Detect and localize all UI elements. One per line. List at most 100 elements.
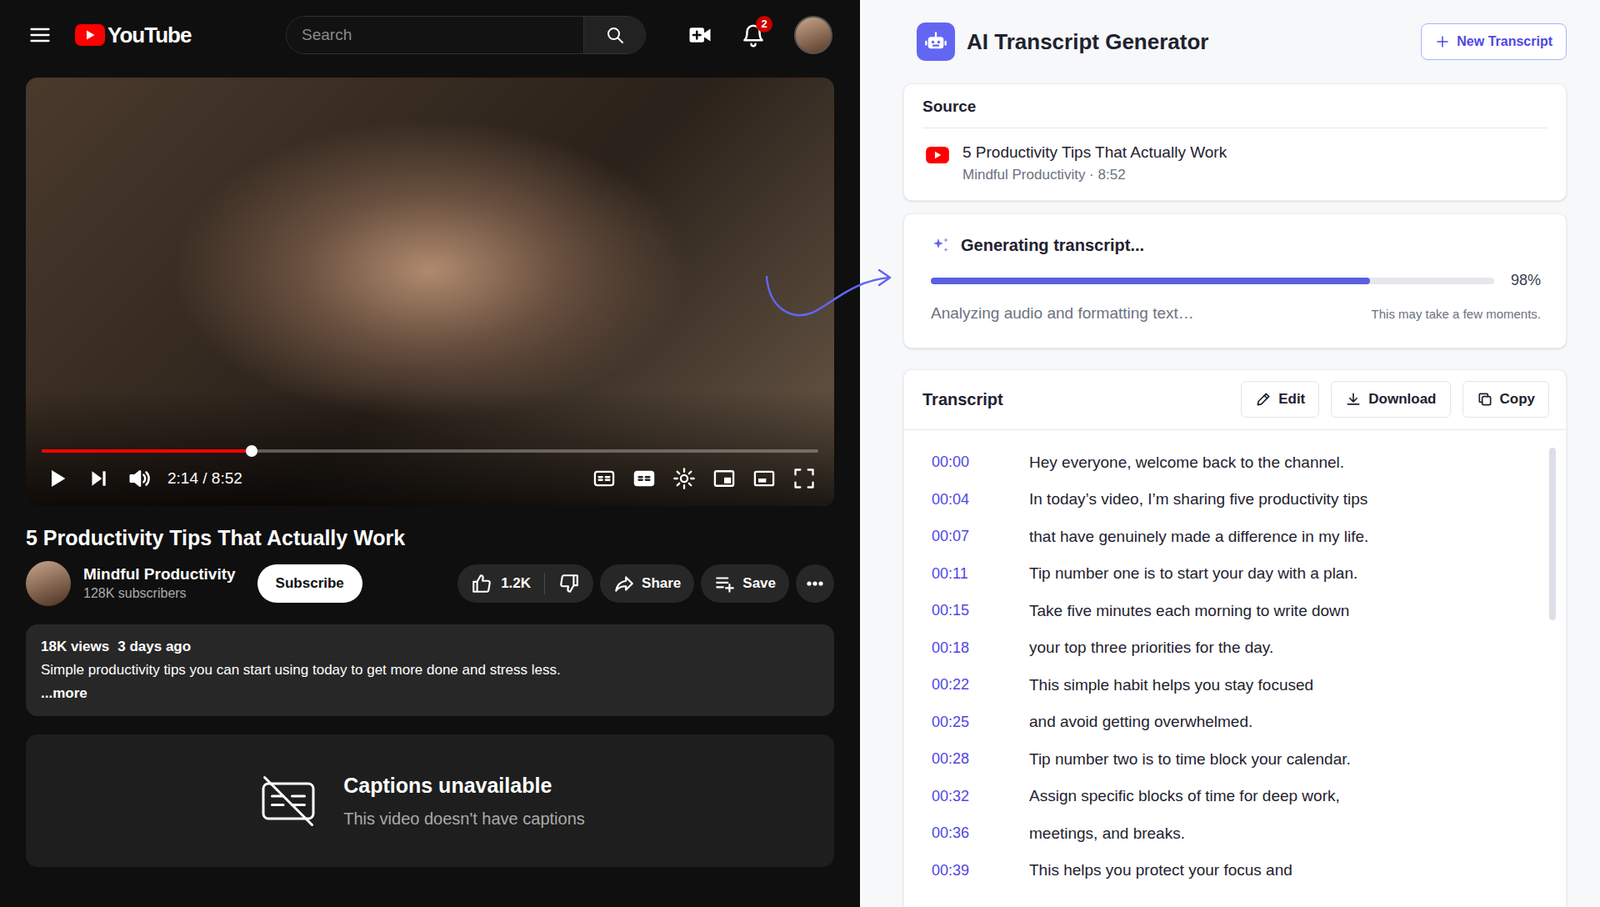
seek-knob[interactable] [245,445,258,457]
like-thumb-icon [470,572,493,595]
timestamp[interactable]: 00:18 [931,636,1030,660]
edit-button[interactable]: Edit [1240,380,1320,418]
search-bar [285,15,646,55]
progress-title: Generating transcript... [960,232,1145,258]
timestamp[interactable]: 00:00 [931,450,1030,474]
transcript-line[interactable]: 00:22This simple habit helps you stay fo… [904,666,1566,705]
progress-fill [930,277,1370,285]
next-button[interactable] [87,467,110,490]
timestamp[interactable]: 00:07 [931,525,1030,548]
save-label: Save [742,572,776,595]
action-label: Edit [1278,388,1305,410]
notifications-button[interactable]: 2 [740,22,766,48]
play-button[interactable] [45,466,70,490]
show-more-link[interactable]: ...more [40,682,820,705]
search-input[interactable] [286,16,584,54]
copy-icon [1476,390,1494,408]
miniplayer-icon [712,466,736,490]
timestamp[interactable]: 00:22 [931,673,1030,696]
subscriber-count: 128K subscribers [83,584,236,603]
seek-bar[interactable] [41,449,819,453]
transcript-line[interactable]: 00:18your top three priorities for the d… [904,629,1566,667]
scrollbar-thumb[interactable] [1549,447,1556,620]
youtube-panel: YouTube22:14 / 8:525 Productivity Tips T… [0,0,860,907]
subscribe-button[interactable]: Subscribe [257,564,363,603]
player-button[interactable] [712,466,736,490]
line-text: Tip number two is to time block your cal… [1029,747,1351,772]
share-button[interactable]: Share [600,564,695,603]
transcript-line[interactable]: 00:07that have genuinely made a differen… [904,518,1566,556]
transcript-line[interactable]: 00:28Tip number two is to time block you… [904,740,1566,779]
timestamp[interactable]: 00:39 [931,859,1030,882]
volume-button[interactable] [127,465,153,491]
player-button[interactable] [632,466,656,490]
player-button[interactable] [752,466,776,490]
transcript-line[interactable]: 00:15Take five minutes each morning to w… [904,592,1566,630]
search-button[interactable] [583,16,645,54]
line-text: Tip number one is to start your day with… [1029,561,1358,586]
timestamp[interactable]: 00:25 [931,710,1030,734]
timestamp[interactable]: 00:15 [931,599,1030,622]
transcript-line[interactable]: 00:04In today’s video, I’m sharing five … [904,480,1566,519]
description-box[interactable]: 18K views3 days agoSimple productivity t… [25,624,835,716]
transcript-app: AI Transcript GeneratorNew TranscriptSou… [860,0,1600,907]
sparkle-icon [930,235,951,255]
youtube-logo-icon [75,24,105,46]
video-player[interactable]: 2:14 / 8:52 [25,77,835,506]
save-playlist-icon [714,572,736,595]
curved-arrow-icon [754,262,900,330]
more-button[interactable] [795,564,835,603]
like-button[interactable]: 1.2K [457,572,545,595]
transcript-line[interactable]: 00:32Assign specific blocks of time for … [904,777,1566,815]
progress-card: Generating transcript...98%Analyzing aud… [903,213,1567,349]
player-button[interactable] [592,466,616,490]
timestamp[interactable]: 00:32 [931,785,1030,808]
timestamp[interactable]: 00:11 [931,562,1030,585]
channel-row: Mindful Productivity128K subscribers Subs… [25,560,835,606]
create-button[interactable] [687,22,713,48]
settings-gear-icon [672,466,696,490]
player-button[interactable] [672,466,696,490]
captions-title: Captions unavailable [343,770,585,802]
youtube-logo[interactable]: YouTube [75,19,191,52]
transcript-card: TranscriptEditDownloadCopy00:00Hey every… [903,369,1567,907]
search-icon [605,25,625,45]
action-label: Copy [1500,388,1536,410]
menu-button[interactable] [28,23,52,47]
line-text: Take five minutes each morning to write … [1029,599,1350,624]
source-title: 5 Productivity Tips That Actually Work [962,141,1227,164]
player-button[interactable] [792,466,816,490]
download-button[interactable]: Download [1330,380,1450,418]
logo-area: YouTube [28,19,286,52]
captions-subtitle: This video doesn't have captions [343,805,585,831]
progress-track [930,277,1495,285]
source-meta: Mindful Productivity · 8:52 [962,165,1227,185]
channel-name[interactable]: Mindful Productivity [83,564,236,585]
save-button[interactable]: Save [700,564,790,603]
timestamp[interactable]: 00:28 [931,747,1030,770]
copy-button[interactable]: Copy [1462,380,1550,418]
timestamp[interactable]: 00:04 [931,488,1030,511]
time-display: 2:14 / 8:52 [167,466,243,491]
transcript-line[interactable]: 00:25and avoid getting overwhelmed. [904,703,1566,741]
plus-icon [1435,34,1450,50]
transcript-line[interactable]: 00:11Tip number one is to start your day… [904,555,1566,593]
closed-captions-icon [632,466,656,490]
captions-off-icon [258,773,319,829]
share-label: Share [641,572,681,595]
channel-avatar[interactable] [25,560,71,606]
timestamp[interactable]: 00:36 [931,821,1030,845]
app-header: AI Transcript GeneratorNew Transcript [903,0,1567,84]
menu-icon [28,23,52,47]
account-avatar[interactable] [794,15,833,55]
transcript-line[interactable]: 00:39This helps you protect your focus a… [904,851,1566,890]
action-label: Download [1368,388,1436,410]
transcript-lines: 00:00Hey everyone, welcome back to the c… [904,430,1566,890]
pencil-icon [1255,390,1272,408]
transcript-line[interactable]: 00:36meetings, and breaks. [904,815,1566,853]
new-transcript-button[interactable]: New Transcript [1420,23,1567,60]
line-text: This simple habit helps you stay focused [1029,673,1314,698]
share-arrow-icon [613,572,635,595]
transcript-line[interactable]: 00:00Hey everyone, welcome back to the c… [904,444,1566,482]
dislike-button[interactable] [545,572,594,595]
